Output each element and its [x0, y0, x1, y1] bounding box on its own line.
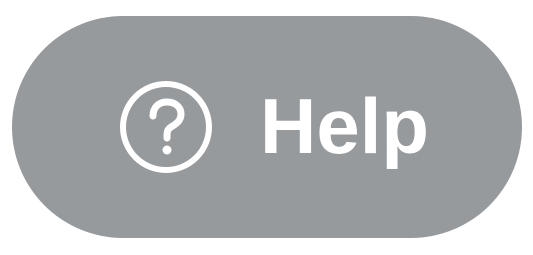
help-button-label: Help — [260, 82, 430, 170]
help-button[interactable]: Help — [12, 16, 522, 238]
question-circle-icon — [120, 81, 212, 173]
stage: Help — [0, 0, 533, 255]
